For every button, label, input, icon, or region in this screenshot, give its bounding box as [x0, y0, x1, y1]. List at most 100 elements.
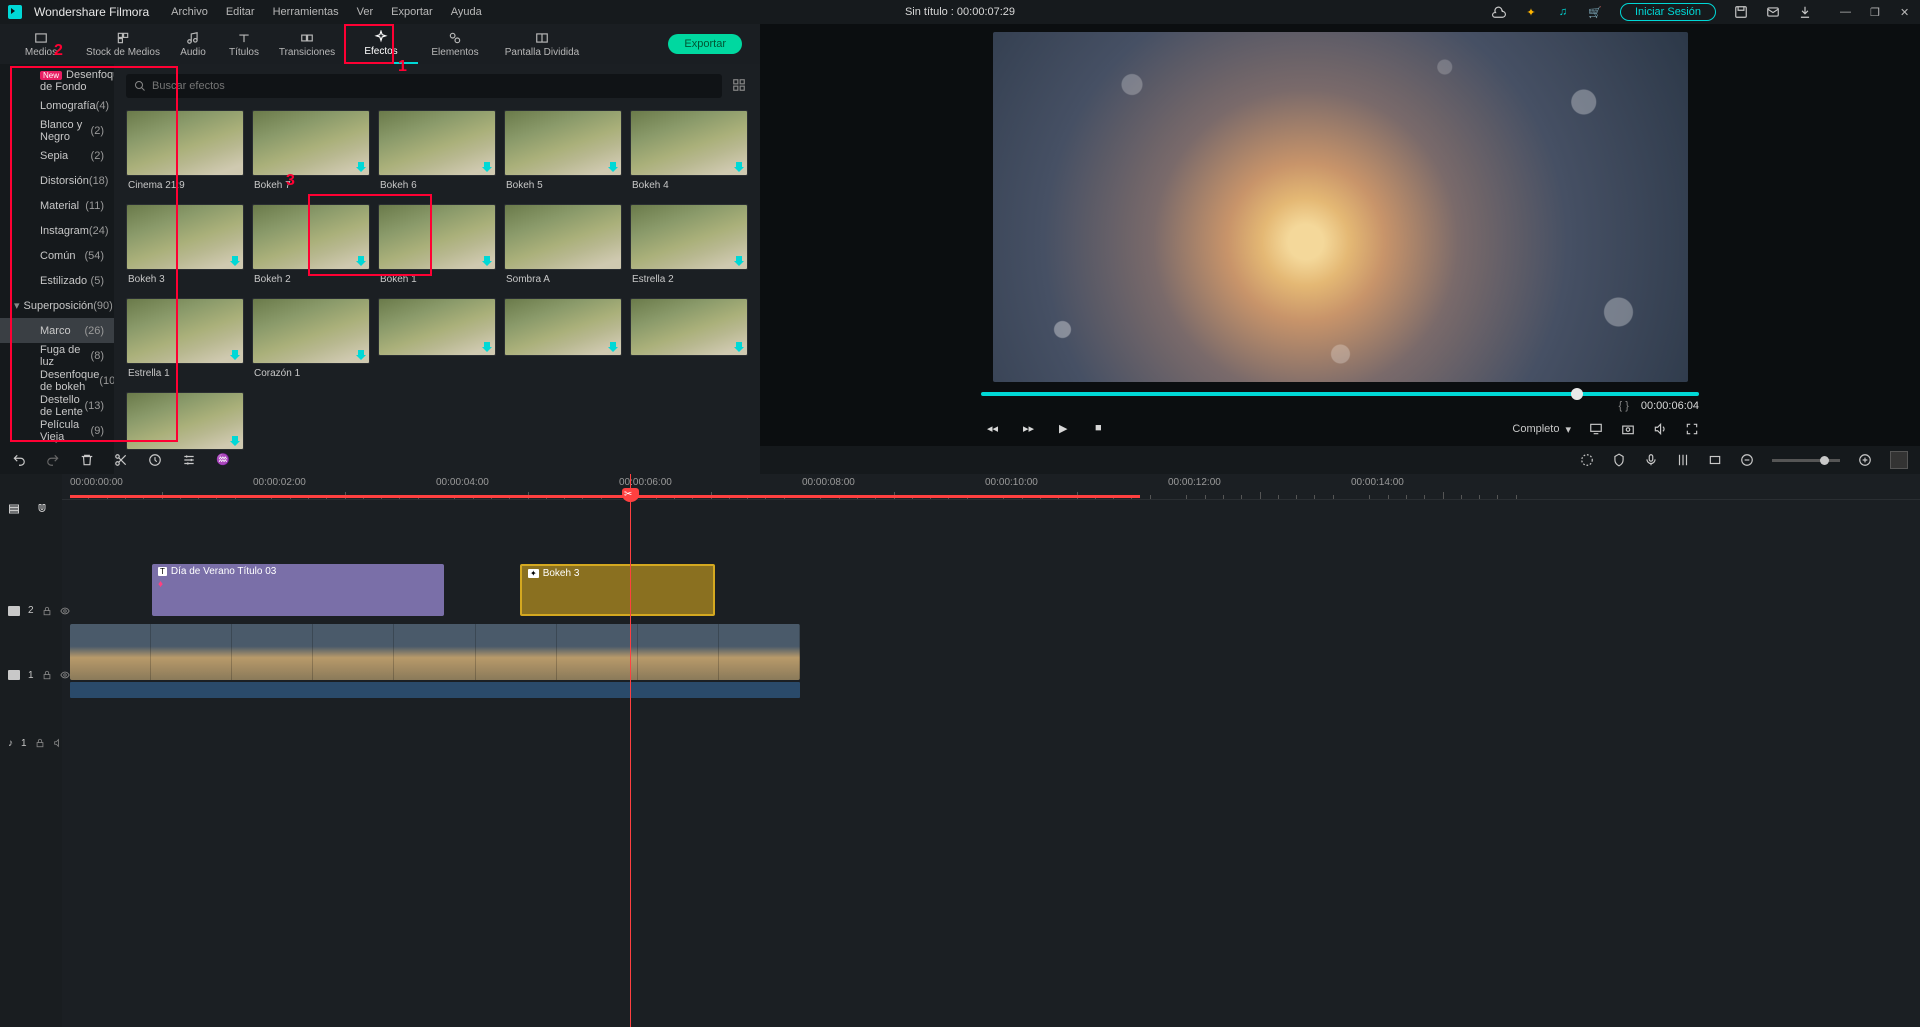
search-input-container[interactable]: [126, 74, 722, 98]
mail-icon[interactable]: [1766, 5, 1780, 19]
tab-media[interactable]: Medios: [4, 24, 78, 64]
zoom-slider[interactable]: [1772, 459, 1840, 462]
effect-item[interactable]: Corazón 1: [252, 298, 370, 390]
effect-item[interactable]: Sombra A: [504, 204, 622, 296]
effect-item[interactable]: Estrella 2: [630, 204, 748, 296]
sidebar-item[interactable]: Instagram(24): [0, 218, 114, 243]
adjust-icon[interactable]: [182, 453, 196, 467]
mixer-icon[interactable]: [1676, 453, 1690, 467]
preview-viewport[interactable]: [993, 32, 1688, 382]
lock-icon[interactable]: [35, 738, 45, 748]
magnet-icon[interactable]: [36, 503, 50, 517]
export-button[interactable]: Exportar: [668, 34, 742, 54]
download-icon[interactable]: [1798, 5, 1812, 19]
effect-thumb[interactable]: [630, 298, 748, 356]
effect-thumb[interactable]: [378, 298, 496, 356]
cart-icon[interactable]: 🛒: [1588, 5, 1602, 19]
preview-scrubber[interactable]: [981, 392, 1699, 396]
effect-thumb[interactable]: [378, 204, 496, 270]
clip-video[interactable]: ▸ sunset 2: [70, 624, 800, 680]
minimize-icon[interactable]: —: [1840, 6, 1852, 18]
prev-frame-icon[interactable]: ◂◂: [987, 422, 1001, 436]
effect-thumb[interactable]: [126, 110, 244, 176]
redo-icon[interactable]: [46, 453, 60, 467]
undo-icon[interactable]: [12, 453, 26, 467]
lock-icon[interactable]: [42, 670, 52, 680]
effect-thumb[interactable]: [126, 204, 244, 270]
clip-title[interactable]: TDía de Verano Título 03 ♦: [152, 564, 444, 616]
clip-audio[interactable]: [70, 682, 800, 698]
tab-stock[interactable]: Stock de Medios: [78, 24, 168, 64]
voiceover-icon[interactable]: [1644, 453, 1658, 467]
lock-icon[interactable]: [42, 606, 52, 616]
sidebar-item[interactable]: Distorsión(18): [0, 168, 114, 193]
grid-toggle-icon[interactable]: [732, 78, 748, 94]
effect-item[interactable]: [504, 298, 622, 358]
effect-item[interactable]: Bokeh 6: [378, 110, 496, 202]
zoom-in-icon[interactable]: [1858, 453, 1872, 467]
menu-item[interactable]: Ver: [357, 6, 374, 18]
sidebar-item[interactable]: ▾Superposición(90): [0, 293, 114, 318]
tab-elements[interactable]: Elementos: [418, 24, 492, 64]
effect-item[interactable]: Bokeh 5: [504, 110, 622, 202]
next-frame-icon[interactable]: ▸▸: [1023, 422, 1037, 436]
menu-item[interactable]: Archivo: [171, 6, 208, 18]
sidebar-item[interactable]: Destello de Lente(13): [0, 393, 114, 418]
audio-wave-icon[interactable]: ♒: [216, 453, 230, 467]
close-icon[interactable]: ✕: [1900, 6, 1912, 18]
playhead[interactable]: ✂: [630, 474, 631, 1027]
volume-icon[interactable]: [1653, 422, 1667, 436]
tab-split-screen[interactable]: Pantalla Dividida: [492, 24, 592, 64]
menu-item[interactable]: Editar: [226, 6, 255, 18]
sidebar-item[interactable]: Sepia(2): [0, 143, 114, 168]
sidebar-item[interactable]: Película Vieja(9): [0, 418, 114, 443]
effect-item[interactable]: Bokeh 3: [126, 204, 244, 296]
restore-icon[interactable]: ❐: [1870, 6, 1882, 18]
delete-icon[interactable]: [80, 453, 94, 467]
tab-titles[interactable]: Títulos: [218, 24, 270, 64]
zoom-out-icon[interactable]: [1740, 453, 1754, 467]
effect-thumb[interactable]: [504, 298, 622, 356]
stop-icon[interactable]: ■: [1095, 422, 1109, 436]
effect-item[interactable]: [126, 392, 244, 452]
effect-thumb[interactable]: [252, 298, 370, 364]
sidebar-item[interactable]: Común(54): [0, 243, 114, 268]
effect-thumb[interactable]: [630, 110, 748, 176]
effect-thumb[interactable]: [126, 298, 244, 364]
effect-thumb[interactable]: [252, 110, 370, 176]
sidebar-item[interactable]: Material(11): [0, 193, 114, 218]
effect-item[interactable]: [378, 298, 496, 358]
clip-effect[interactable]: ✦Bokeh 3: [520, 564, 715, 616]
split-icon[interactable]: [114, 453, 128, 467]
snapshot-icon[interactable]: [1621, 422, 1635, 436]
sidebar-item[interactable]: Desenfoque de bokeh(10): [0, 368, 114, 393]
sidebar-item[interactable]: NewDesenfoque de Fondo(16): [0, 68, 114, 93]
effect-item[interactable]: [630, 298, 748, 358]
effect-item[interactable]: Estrella 1: [126, 298, 244, 390]
tab-effects[interactable]: Efectos: [344, 24, 418, 64]
effect-thumb[interactable]: [630, 204, 748, 270]
zoom-fit-icon[interactable]: [1890, 451, 1908, 469]
loop-bracket-icon[interactable]: { }: [1618, 400, 1628, 412]
sidebar-item[interactable]: Lomografía(4): [0, 93, 114, 118]
sidebar-item[interactable]: Blanco y Negro(2): [0, 118, 114, 143]
search-input[interactable]: [152, 80, 714, 92]
fullscreen-icon[interactable]: [1685, 422, 1699, 436]
marker-icon[interactable]: [1612, 453, 1626, 467]
tab-audio[interactable]: Audio: [168, 24, 218, 64]
effect-item[interactable]: Bokeh 1: [378, 204, 496, 296]
save-icon[interactable]: [1734, 5, 1748, 19]
effect-item[interactable]: Bokeh 4: [630, 110, 748, 202]
effect-item[interactable]: Bokeh 2: [252, 204, 370, 296]
menu-item[interactable]: Herramientas: [273, 6, 339, 18]
login-button[interactable]: Iniciar Sesión: [1620, 3, 1716, 21]
frame-icon[interactable]: [1708, 453, 1722, 467]
headphones-icon[interactable]: ♫: [1556, 5, 1570, 19]
effect-thumb[interactable]: [504, 110, 622, 176]
cloud-icon[interactable]: [1492, 5, 1506, 19]
sidebar-item[interactable]: Estilizado(5): [0, 268, 114, 293]
speed-icon[interactable]: [148, 453, 162, 467]
menu-item[interactable]: Exportar: [391, 6, 433, 18]
sun-icon[interactable]: ✦: [1524, 5, 1538, 19]
effect-item[interactable]: Bokeh 7: [252, 110, 370, 202]
